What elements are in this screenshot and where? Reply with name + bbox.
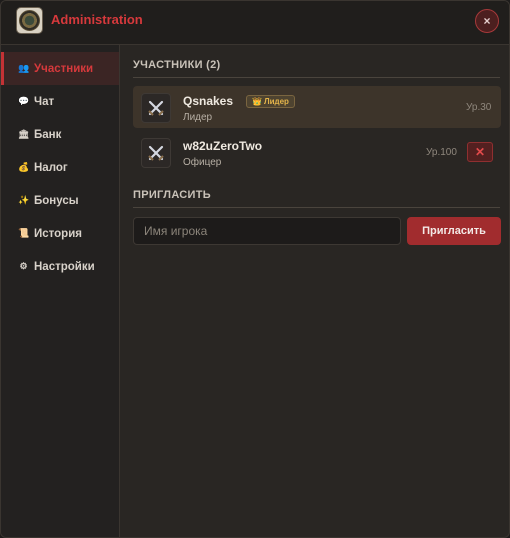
sidebar: 👥 Участники 💬 Чат 🏛 Банк 💰 Налог ✨ Бонус… (1, 45, 120, 537)
sidebar-item-tax[interactable]: 💰 Налог (1, 151, 119, 184)
guild-emblem-icon (16, 7, 43, 34)
bank-icon: 🏛 (18, 129, 30, 139)
sparkles-icon: ✨ (18, 195, 30, 205)
kick-member-button[interactable]: ✕ (467, 142, 493, 162)
sidebar-item-history[interactable]: 📜 История (1, 217, 119, 250)
sidebar-item-label: История (34, 227, 82, 240)
member-role: Лидер (183, 112, 213, 123)
invite-section-title: ПРИГЛАСИТЬ (133, 189, 500, 208)
chat-icon: 💬 (18, 96, 30, 106)
sidebar-item-members[interactable]: 👥 Участники (1, 52, 119, 85)
money-bag-icon: 💰 (18, 162, 30, 172)
member-row[interactable]: w82uZeroTwo Офицер Ур.100 ✕ (133, 131, 501, 173)
sidebar-item-label: Настройки (34, 260, 95, 273)
member-name: Qsnakes (183, 94, 234, 108)
leader-badge: 👑 Лидер (246, 95, 295, 108)
admin-window: Administration × 👥 Участники 💬 Чат 🏛 Бан… (0, 0, 510, 538)
sidebar-item-label: Банк (34, 128, 62, 141)
player-name-input[interactable] (133, 217, 401, 245)
crossed-swords-icon (141, 93, 171, 123)
member-name: w82uZeroTwo (183, 139, 263, 153)
close-button[interactable]: × (475, 9, 499, 33)
window-header: Administration × (1, 1, 509, 45)
sidebar-item-label: Чат (34, 95, 55, 108)
sidebar-item-label: Бонусы (34, 194, 79, 207)
sidebar-item-chat[interactable]: 💬 Чат (1, 85, 119, 118)
sidebar-item-settings[interactable]: ⚙ Настройки (1, 250, 119, 283)
sidebar-item-bonuses[interactable]: ✨ Бонусы (1, 184, 119, 217)
window-title: Administration (51, 12, 143, 27)
sidebar-item-label: Участники (34, 62, 94, 75)
crossed-swords-icon (141, 138, 171, 168)
member-role: Офицер (183, 157, 222, 168)
users-icon: 👥 (18, 63, 30, 73)
member-row[interactable]: Qsnakes 👑 Лидер Лидер Ур.30 (133, 86, 501, 128)
main-content: УЧАСТНИКИ (2) Qsnakes 👑 Лидер Лидер Ур.3… (121, 45, 509, 537)
badge-label: Лидер (263, 97, 289, 106)
sidebar-item-label: Налог (34, 161, 68, 174)
gear-icon: ⚙ (19, 261, 28, 271)
invite-button[interactable]: Пригласить (407, 217, 501, 245)
scroll-icon: 📜 (18, 228, 30, 238)
member-level: Ур.100 (426, 147, 457, 158)
crown-icon: 👑 (252, 97, 262, 106)
members-section-title: УЧАСТНИКИ (2) (133, 59, 500, 78)
sidebar-item-bank[interactable]: 🏛 Банк (1, 118, 119, 151)
member-level: Ур.30 (466, 102, 492, 113)
